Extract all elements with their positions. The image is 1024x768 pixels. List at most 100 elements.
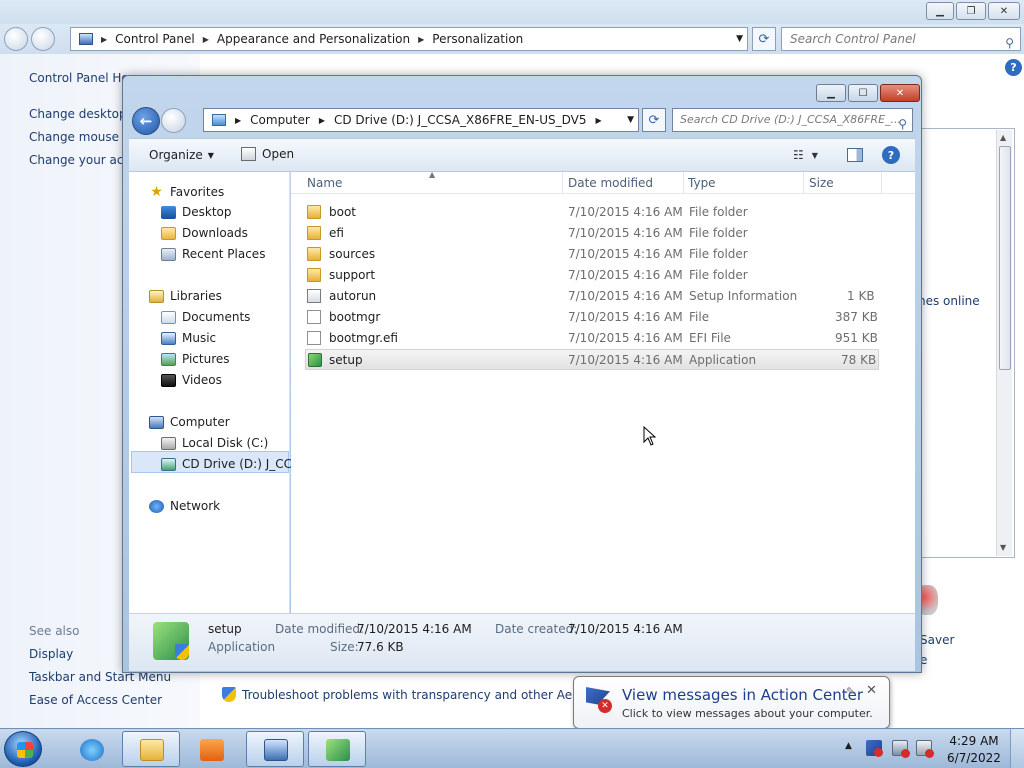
taskbar-control-panel[interactable] [246, 731, 304, 767]
help-icon[interactable]: ? [882, 146, 900, 164]
explorer-minimize-button[interactable]: ▁ [816, 84, 846, 102]
nav-item-music[interactable]: Music [161, 331, 216, 345]
scroll-thumb[interactable] [999, 146, 1011, 370]
nav-network[interactable]: Network [149, 499, 220, 513]
explorer-close-button[interactable]: ✕ [880, 84, 920, 102]
minimize-button[interactable]: ▁ [926, 2, 954, 20]
ease-of-access-link[interactable]: Ease of Access Center [29, 693, 162, 707]
file-type: File [689, 310, 710, 324]
help-icon[interactable]: ? [1005, 59, 1022, 76]
change-view-button[interactable]: ☷ ▼ [793, 148, 818, 162]
nav-item-cd-drive[interactable]: CD Drive (D:) J_CCSA [161, 457, 308, 471]
theme-list-scrollbar[interactable]: ▲ ▼ [996, 130, 1012, 556]
search-input[interactable]: Search CD Drive (D:) J_CCSA_X86FRE_... ⚲ [672, 108, 913, 132]
column-date-modified[interactable]: Date modified [568, 176, 653, 190]
search-icon[interactable]: ⚲ [898, 113, 907, 131]
explorer-maximize-button[interactable]: ☐ [848, 84, 878, 102]
control-panel-home-link[interactable]: Control Panel Ho [29, 71, 129, 85]
address-dropdown-icon[interactable]: ▼ [736, 34, 743, 44]
nav-item-documents[interactable]: Documents [161, 310, 250, 324]
shield-icon [222, 687, 236, 702]
get-more-themes-link[interactable]: nes online [918, 294, 980, 308]
nav-item-downloads[interactable]: Downloads [161, 226, 248, 240]
breadcrumb-cd-drive[interactable]: CD Drive (D:) J_CCSA_X86FRE_EN-US_DV5 [334, 113, 587, 127]
nav-item-label: Videos [182, 373, 222, 387]
breadcrumb-arrow-icon[interactable]: ▶ [596, 116, 602, 125]
taskbar-windows-explorer[interactable] [122, 731, 180, 767]
see-also-heading: See also [29, 624, 80, 638]
display-link[interactable]: Display [29, 647, 73, 661]
organize-button[interactable]: Organize ▼ [149, 148, 214, 162]
address-bar[interactable]: ▶ Control Panel ▶ Appearance and Persona… [70, 27, 748, 51]
file-row-efi[interactable]: efi 7/10/2015 4:16 AM File folder [305, 223, 879, 244]
close-button[interactable]: ✕ [988, 2, 1020, 20]
control-panel-titlebar[interactable]: ▁ ❐ ✕ [0, 0, 1024, 24]
action-center-tray-icon[interactable] [866, 740, 883, 757]
file-row-autorun[interactable]: autorun 7/10/2015 4:16 AM Setup Informat… [305, 286, 879, 307]
start-button[interactable] [4, 731, 42, 767]
show-hidden-icons-icon[interactable]: ▲ [845, 741, 852, 751]
balloon-options-icon[interactable]: ✎ [846, 685, 855, 698]
search-input[interactable]: Search Control Panel ⚲ [781, 27, 1021, 51]
address-bar[interactable]: ▶ Computer ▶ CD Drive (D:) J_CCSA_X86FRE… [203, 108, 639, 132]
address-dropdown-icon[interactable]: ▼ [627, 115, 634, 125]
column-divider[interactable] [562, 172, 563, 194]
taskbar-internet-explorer[interactable] [62, 731, 120, 767]
nav-item-desktop[interactable]: Desktop [161, 205, 232, 219]
nav-favorites[interactable]: ★ Favorites [149, 184, 224, 200]
videos-icon [161, 373, 176, 387]
chevron-down-icon: ▼ [811, 150, 818, 160]
file-row-support[interactable]: support 7/10/2015 4:16 AM File folder [305, 265, 879, 286]
column-type[interactable]: Type [688, 176, 716, 190]
show-desktop-button[interactable] [1010, 729, 1024, 768]
network-tray-icon[interactable] [892, 740, 910, 758]
file-row-bootmgr-efi[interactable]: bootmgr.efi 7/10/2015 4:16 AM EFI File 9… [305, 328, 879, 349]
file-row-bootmgr[interactable]: bootmgr 7/10/2015 4:16 AM File 387 KB [305, 307, 879, 328]
breadcrumb-personalization[interactable]: Personalization [432, 32, 523, 46]
breadcrumb-appearance[interactable]: Appearance and Personalization [217, 32, 410, 46]
back-button[interactable] [4, 27, 28, 51]
refresh-button[interactable]: ⟳ [752, 27, 776, 51]
column-size[interactable]: Size [809, 176, 834, 190]
nav-libraries[interactable]: Libraries [149, 289, 222, 303]
scroll-down-icon[interactable]: ▼ [1000, 543, 1006, 552]
screen-saver-label[interactable]: Saver [920, 633, 954, 647]
taskbar-media-player[interactable] [182, 731, 240, 767]
nav-item-videos[interactable]: Videos [161, 373, 222, 387]
column-divider[interactable] [881, 172, 882, 194]
change-desktop-icons-link[interactable]: Change desktop i [29, 107, 134, 121]
scroll-up-icon[interactable]: ▲ [1000, 133, 1006, 142]
action-center-balloon[interactable]: ✕ View messages in Action Center Click t… [573, 676, 890, 737]
column-divider[interactable] [803, 172, 804, 194]
file-type: File folder [689, 226, 748, 240]
forward-button[interactable] [161, 108, 186, 133]
file-row-boot[interactable]: boot 7/10/2015 4:16 AM File folder [305, 202, 879, 223]
balloon-close-icon[interactable]: ✕ [866, 683, 877, 698]
taskbar-cd-drive[interactable] [308, 731, 366, 767]
control-panel-icon [264, 739, 288, 761]
clock-time[interactable]: 4:29 AM [946, 734, 1002, 748]
search-icon[interactable]: ⚲ [1005, 32, 1014, 54]
file-row-setup[interactable]: setup 7/10/2015 4:16 AM Application 78 K… [305, 349, 879, 370]
back-button[interactable]: ← [132, 107, 160, 135]
refresh-button[interactable]: ⟳ [642, 108, 666, 132]
open-button[interactable]: Open [241, 147, 294, 161]
nav-computer[interactable]: Computer [149, 415, 230, 429]
preview-pane-button[interactable] [847, 148, 863, 162]
mouse-cursor-icon [643, 426, 657, 446]
nav-item-recent-places[interactable]: Recent Places [161, 247, 265, 261]
clock-date[interactable]: 6/7/2022 [946, 751, 1002, 765]
breadcrumb-control-panel[interactable]: Control Panel [115, 32, 195, 46]
column-name[interactable]: Name [307, 176, 342, 190]
file-row-sources[interactable]: sources 7/10/2015 4:16 AM File folder [305, 244, 879, 265]
volume-tray-icon[interactable] [916, 740, 934, 758]
nav-item-local-disk[interactable]: Local Disk (C:) [161, 436, 268, 450]
folder-icon [307, 268, 321, 282]
nav-item-pictures[interactable]: Pictures [161, 352, 230, 366]
restore-button[interactable]: ❐ [956, 2, 986, 20]
balloon-title[interactable]: View messages in Action Center [622, 686, 863, 704]
troubleshoot-aero-link[interactable]: Troubleshoot problems with transparency … [222, 687, 611, 702]
column-divider[interactable] [683, 172, 684, 194]
breadcrumb-computer[interactable]: Computer [250, 113, 310, 127]
forward-button[interactable] [31, 27, 55, 51]
